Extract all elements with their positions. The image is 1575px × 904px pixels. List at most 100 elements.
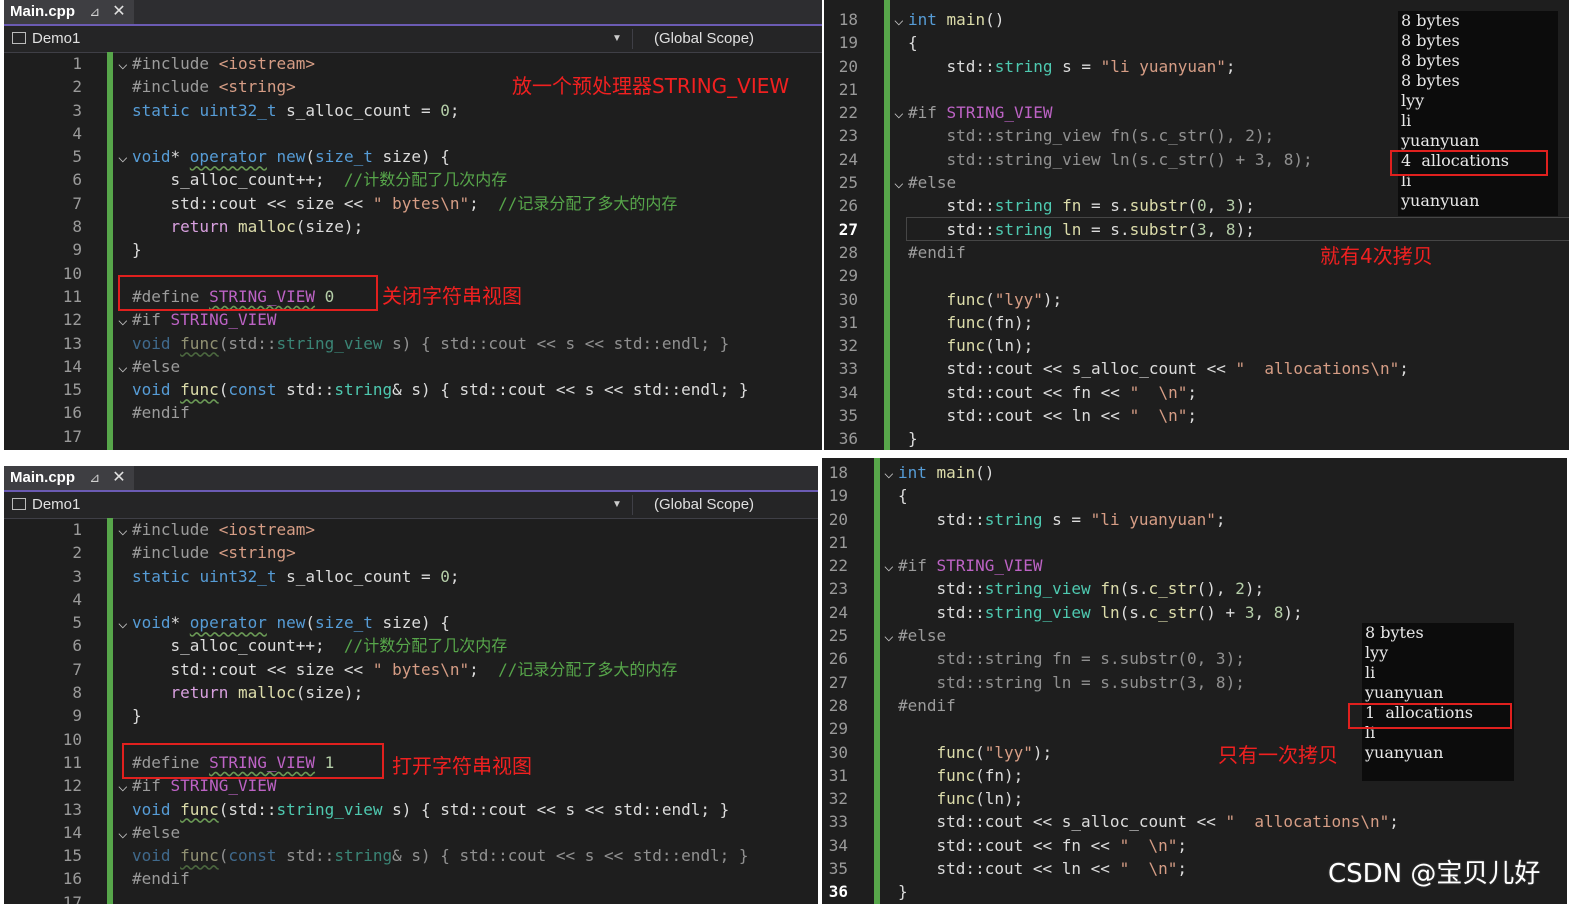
collapse-icon[interactable]: ⌵ [118,355,132,378]
tab-title: Main.cpp [10,469,76,486]
chevron-down-icon[interactable]: ▼ [612,492,622,518]
editor-top-left: Main.cpp ⊿ ✕ Demo1 ▼ (Global Scope) 1 2 … [4,0,822,450]
line-number: 24 [838,149,858,169]
console-line: 8 bytes [1401,51,1460,70]
collapse-icon[interactable]: ⌵ [884,461,898,484]
console-output: 8 bytes lyy li yuanyuan 1 allocations li… [1362,623,1514,781]
code-line-7: std::cout << size << " bytes\n"; //记录分配了… [170,659,678,679]
code-line-23: std::string_view fn(s.c_str(), 2); [936,579,1265,599]
line-number: 28 [828,695,848,715]
collapse-icon[interactable]: ⌵ [118,518,132,541]
code-line-27: std::string ln = s.substr(3, 8); [946,219,1255,239]
line-number: 35 [828,859,848,879]
collapse-icon[interactable]: ⌵ [118,52,132,75]
collapse-icon[interactable]: ⌵ [894,101,908,124]
code-line-15: void func(const std::string& s) { std::c… [132,380,749,400]
change-marker [874,458,880,904]
console-line: 8 bytes [1365,623,1424,642]
code-area[interactable]: ⌵ #include <iostream> #include <string> s… [118,518,818,891]
line-number: 17 [62,892,82,904]
tab-main-cpp[interactable]: Main.cpp ⊿ ✕ [4,0,134,24]
line-number: 30 [828,742,848,762]
console-line: yuanyuan [1365,683,1444,702]
collapse-icon[interactable]: ⌵ [884,624,898,647]
code-line-1: ⌵ #include <iostream> [118,518,818,541]
line-number: 29 [828,719,848,739]
line-number: 5 [72,613,82,633]
line-number: 29 [838,266,858,286]
code-line-28: #endif [908,242,966,262]
line-number: 9 [72,240,82,260]
collapse-icon[interactable]: ⌵ [118,145,132,168]
close-icon[interactable]: ✕ [112,469,125,486]
code-line-35: std::cout << ln << " \n"; [946,406,1197,426]
collapse-icon[interactable]: ⌵ [894,8,908,31]
project-icon [12,498,26,510]
annotation-define: 打开字符串视图 [392,754,532,778]
console-line: 8 bytes [1401,71,1460,90]
code-line-20: std::string s = "li yuanyuan"; [936,509,1226,529]
line-number-gutter: 1 2 3 4 5 6 7 8 9 10 11 12 13 14 15 16 1… [24,52,82,448]
line-number: 1 [72,520,82,539]
line-number: 10 [62,263,82,283]
collapse-icon[interactable]: ⌵ [894,171,908,194]
code-line-5: ⌵ void* operator new(size_t size) { [118,145,818,168]
code-line-16: #endif [132,403,190,423]
chevron-down-icon[interactable]: ▼ [612,26,622,52]
line-number: 15 [62,846,82,866]
scope-dropdown[interactable]: (Global Scope) [654,492,754,518]
code-line-36: } [908,429,918,449]
annotation-copies: 就有4次拷贝 [1320,244,1433,268]
code-line-15: void func(const std::string& s) { std::c… [132,846,749,866]
pin-icon[interactable]: ⊿ [89,470,100,485]
code-line-14: ⌵ #else [118,821,818,844]
tab-main-cpp[interactable]: Main.cpp ⊿ ✕ [4,466,134,490]
line-number: 14 [62,356,82,376]
line-number: 6 [72,636,82,656]
define-highlight-box [122,743,384,779]
editor-top-right: 18 19 20 21 22 23 24 25 26 27 28 29 30 3… [824,0,1569,450]
console-line: li [1365,663,1376,682]
code-line-31: func(fn); [946,312,1034,332]
code-area[interactable]: ⌵ #include <iostream> #include <string> s… [118,52,818,425]
code-line-32: func(ln); [936,789,1024,809]
collapse-icon[interactable]: ⌵ [884,554,898,577]
collapse-icon[interactable]: ⌵ [118,308,132,331]
scope-dropdown[interactable]: (Global Scope) [654,26,754,52]
project-name: Demo1 [32,30,81,47]
pin-icon[interactable]: ⊿ [89,4,100,19]
line-number: 17 [62,426,82,446]
line-number: 20 [838,56,858,76]
tab-bar: Main.cpp ⊿ ✕ [4,466,818,492]
define-highlight-box [118,275,378,311]
line-number: 2 [72,77,82,97]
project-dropdown[interactable]: Demo1 [12,26,80,52]
line-number-gutter: 1 2 3 4 5 6 7 8 9 10 11 12 13 14 15 16 1… [24,518,82,904]
collapse-icon[interactable]: ⌵ [118,611,132,634]
line-number: 5 [72,147,82,167]
line-number: 22 [838,103,858,123]
line-number: 18 [828,463,848,482]
code-line-3: static uint32_t s_alloc_count = 0; [132,100,460,120]
line-number: 11 [62,286,82,306]
divider [632,495,633,515]
collapse-icon[interactable]: ⌵ [118,821,132,844]
line-number: 21 [828,532,848,552]
line-number: 33 [838,359,858,379]
code-line-14: ⌵ #else [118,355,818,378]
console-line: lyy [1365,643,1389,662]
allocations-highlight-box [1390,150,1548,176]
code-line-32: func(ln); [946,336,1034,356]
code-line-34: std::cout << fn << " \n"; [946,382,1197,402]
allocations-highlight-box [1348,703,1512,729]
code-line-13: void func(std::string_view s) { std::cou… [132,799,730,819]
code-line-9: } [132,240,142,260]
annotation-define: 关闭字符串视图 [382,284,522,308]
watermark: CSDN @宝贝儿好 [1328,859,1541,889]
project-dropdown[interactable]: Demo1 [12,492,80,518]
line-number: 36 [838,429,858,449]
close-icon[interactable]: ✕ [112,3,125,20]
annotation-copies: 只有一次拷贝 [1218,743,1338,767]
